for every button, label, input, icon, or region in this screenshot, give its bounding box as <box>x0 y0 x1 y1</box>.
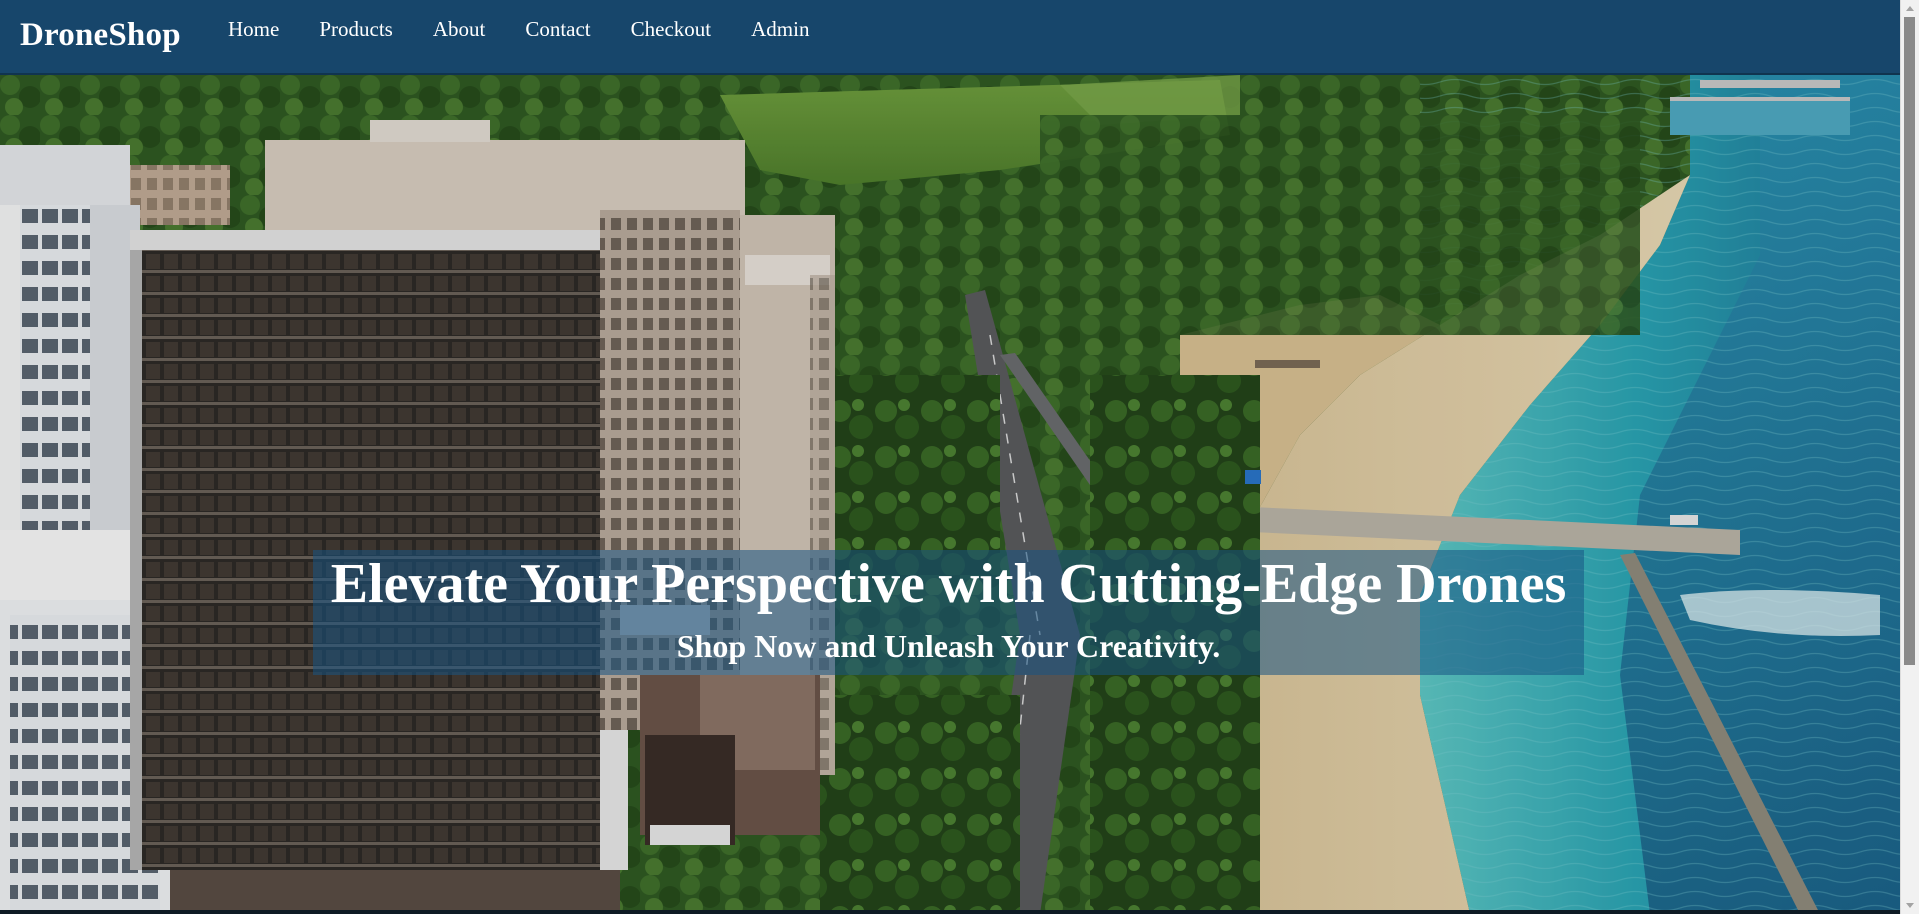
navbar: DroneShop Home Products About Contact Ch… <box>0 0 1900 75</box>
nav-link-about[interactable]: About <box>433 17 486 42</box>
scroll-thumb[interactable] <box>1904 17 1915 665</box>
brand-logo[interactable]: DroneShop <box>20 17 181 54</box>
nav-link-admin[interactable]: Admin <box>751 17 809 42</box>
scroll-up-arrow-icon[interactable] <box>1906 6 1914 11</box>
hero-banner: Elevate Your Perspective with Cutting-Ed… <box>313 550 1584 675</box>
hero-background-image <box>0 75 1900 914</box>
bottom-strip <box>0 910 1900 914</box>
hero-title: Elevate Your Perspective with Cutting-Ed… <box>330 553 1567 615</box>
nav-link-contact[interactable]: Contact <box>525 17 590 42</box>
nav-link-checkout[interactable]: Checkout <box>631 17 711 42</box>
scroll-down-arrow-icon[interactable] <box>1906 903 1914 908</box>
page: DroneShop Home Products About Contact Ch… <box>0 0 1919 914</box>
nav-links: Home Products About Contact Checkout Adm… <box>228 17 849 42</box>
nav-link-products[interactable]: Products <box>319 17 393 42</box>
hero-section: Elevate Your Perspective with Cutting-Ed… <box>0 75 1900 914</box>
nav-link-home[interactable]: Home <box>228 17 279 42</box>
hero-subtitle: Shop Now and Unleash Your Creativity. <box>676 628 1221 664</box>
vertical-scrollbar[interactable] <box>1900 0 1919 914</box>
